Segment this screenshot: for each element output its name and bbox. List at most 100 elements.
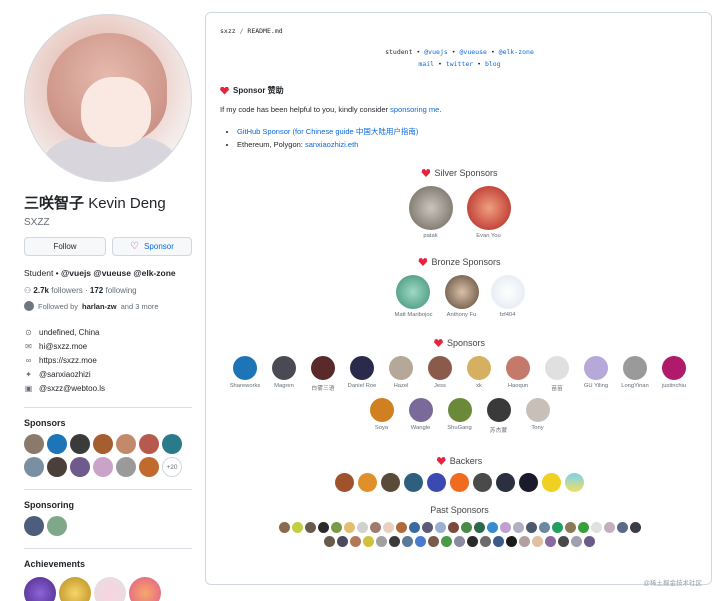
past-sponsor-avatar[interactable] xyxy=(343,522,355,533)
sponsor[interactable]: 白雾三语 xyxy=(306,356,340,392)
sponsor-avatar[interactable] xyxy=(47,434,67,454)
vueuse-link[interactable]: @vueuse xyxy=(460,48,487,56)
achievement-badge[interactable]: x2 xyxy=(24,577,56,601)
sponsor-avatar[interactable] xyxy=(139,457,159,477)
past-sponsor-avatar[interactable] xyxy=(499,522,511,533)
past-sponsor-avatar[interactable] xyxy=(382,522,394,533)
backer-avatar[interactable] xyxy=(473,473,492,492)
past-sponsor-avatar[interactable] xyxy=(330,522,342,533)
past-sponsor-avatar[interactable] xyxy=(590,522,602,533)
sponsor[interactable]: Jess xyxy=(423,356,457,392)
sponsor-avatar[interactable] xyxy=(70,457,90,477)
past-sponsor-avatar[interactable] xyxy=(558,536,569,547)
past-sponsor-avatar[interactable] xyxy=(538,522,550,533)
sponsor[interactable]: Tony xyxy=(521,398,555,434)
sponsor-avatar[interactable] xyxy=(116,457,136,477)
github-sponsor-link[interactable]: GitHub Sponsor (for Chinese guide 中国大陆用户… xyxy=(237,127,418,136)
followed-by-user-link[interactable]: harlan-zw xyxy=(82,302,117,311)
more-sponsors-link[interactable]: +20 xyxy=(162,457,182,477)
past-sponsor-avatar[interactable] xyxy=(337,536,348,547)
past-sponsor-avatar[interactable] xyxy=(428,536,439,547)
sponsor-avatar[interactable] xyxy=(93,457,113,477)
past-sponsor-avatar[interactable] xyxy=(545,536,556,547)
sponsor-avatar[interactable] xyxy=(162,434,182,454)
follow-button[interactable]: Follow xyxy=(24,237,106,256)
follower-avatar[interactable] xyxy=(24,301,34,311)
followers-link[interactable]: 2.7k followers xyxy=(33,286,82,295)
past-sponsor-avatar[interactable] xyxy=(395,522,407,533)
past-sponsor-avatar[interactable] xyxy=(512,522,524,533)
silver-sponsor[interactable]: patak xyxy=(408,186,453,239)
past-sponsor-avatar[interactable] xyxy=(551,522,563,533)
twitter-item[interactable]: ✦ @sanxiaozhizi xyxy=(24,367,192,381)
backer-avatar[interactable] xyxy=(519,473,538,492)
avatar[interactable] xyxy=(24,14,192,182)
website-item[interactable]: ∞ https://sxzz.moe xyxy=(24,353,192,367)
past-sponsor-avatar[interactable] xyxy=(616,522,628,533)
achievement-badge[interactable] xyxy=(94,577,126,601)
silver-sponsor[interactable]: Evan You xyxy=(466,186,511,239)
past-sponsor-avatar[interactable] xyxy=(532,536,543,547)
past-sponsor-avatar[interactable] xyxy=(564,522,576,533)
sponsor[interactable]: Magren xyxy=(267,356,301,392)
past-sponsor-avatar[interactable] xyxy=(584,536,595,547)
sponsoring-avatar[interactable] xyxy=(24,516,44,536)
following-link[interactable]: 172 following xyxy=(90,286,137,295)
sponsor-button[interactable]: ♡ Sponsor xyxy=(112,237,192,256)
sponsor[interactable]: GU Yiling xyxy=(579,356,613,392)
elk-zone-link[interactable]: @elk-zone xyxy=(499,48,534,56)
past-sponsor-avatar[interactable] xyxy=(629,522,641,533)
past-sponsor-avatar[interactable] xyxy=(493,536,504,547)
achievement-badge[interactable] xyxy=(129,577,161,601)
backer-avatar[interactable] xyxy=(427,473,446,492)
sponsor-avatar[interactable] xyxy=(24,434,44,454)
sponsor[interactable]: Hazel xyxy=(384,356,418,392)
eth-address-link[interactable]: sanxiaozhizi.eth xyxy=(305,140,358,149)
sponsor[interactable]: Daniel Roe xyxy=(345,356,379,392)
email-item[interactable]: ✉ hi@sxzz.moe xyxy=(24,339,192,353)
sponsor-avatar[interactable] xyxy=(116,434,136,454)
backer-avatar[interactable] xyxy=(542,473,561,492)
sponsor[interactable]: justinchiu xyxy=(657,356,691,392)
past-sponsor-avatar[interactable] xyxy=(454,536,465,547)
past-sponsor-avatar[interactable] xyxy=(480,536,491,547)
backer-avatar[interactable] xyxy=(404,473,423,492)
past-sponsor-avatar[interactable] xyxy=(473,522,485,533)
sponsoring-avatar[interactable] xyxy=(47,516,67,536)
bronze-sponsor[interactable]: fzf404 xyxy=(490,275,525,318)
vuejs-link[interactable]: @vuejs xyxy=(424,48,447,56)
sponsor[interactable]: ShuGang xyxy=(443,398,477,434)
sponsor[interactable]: Soya xyxy=(365,398,399,434)
sponsor[interactable]: 苏杰蒙 xyxy=(482,398,516,434)
past-sponsor-avatar[interactable] xyxy=(278,522,290,533)
mail-link[interactable]: mail xyxy=(418,60,434,68)
past-sponsor-avatar[interactable] xyxy=(421,522,433,533)
past-sponsor-avatar[interactable] xyxy=(356,522,368,533)
past-sponsor-avatar[interactable] xyxy=(525,522,537,533)
past-sponsor-avatar[interactable] xyxy=(603,522,615,533)
status-emoji-icon[interactable] xyxy=(171,150,191,172)
bio-org-links[interactable]: @vuejs @vueuse @elk-zone xyxy=(61,268,176,278)
backer-avatar[interactable] xyxy=(381,473,400,492)
backer-avatar[interactable] xyxy=(496,473,515,492)
past-sponsor-avatar[interactable] xyxy=(415,536,426,547)
achievement-badge[interactable]: x3 xyxy=(59,577,91,601)
past-sponsor-avatar[interactable] xyxy=(577,522,589,533)
sponsor-avatar[interactable] xyxy=(47,457,67,477)
mastodon-item[interactable]: ▣ @sxzz@webtoo.ls xyxy=(24,381,192,395)
sponsor[interactable]: xk xyxy=(462,356,496,392)
sponsor-avatar[interactable] xyxy=(24,457,44,477)
backer-avatar[interactable] xyxy=(335,473,354,492)
past-sponsor-avatar[interactable] xyxy=(506,536,517,547)
past-sponsor-avatar[interactable] xyxy=(376,536,387,547)
past-sponsor-avatar[interactable] xyxy=(291,522,303,533)
readme-repo-link[interactable]: sxzz xyxy=(220,27,236,35)
past-sponsor-avatar[interactable] xyxy=(441,536,452,547)
past-sponsor-avatar[interactable] xyxy=(447,522,459,533)
past-sponsor-avatar[interactable] xyxy=(402,536,413,547)
sponsor[interactable]: LongYinan xyxy=(618,356,652,392)
past-sponsor-avatar[interactable] xyxy=(519,536,530,547)
twitter-link[interactable]: twitter xyxy=(446,60,473,68)
backer-avatar[interactable] xyxy=(565,473,584,492)
past-sponsor-avatar[interactable] xyxy=(363,536,374,547)
